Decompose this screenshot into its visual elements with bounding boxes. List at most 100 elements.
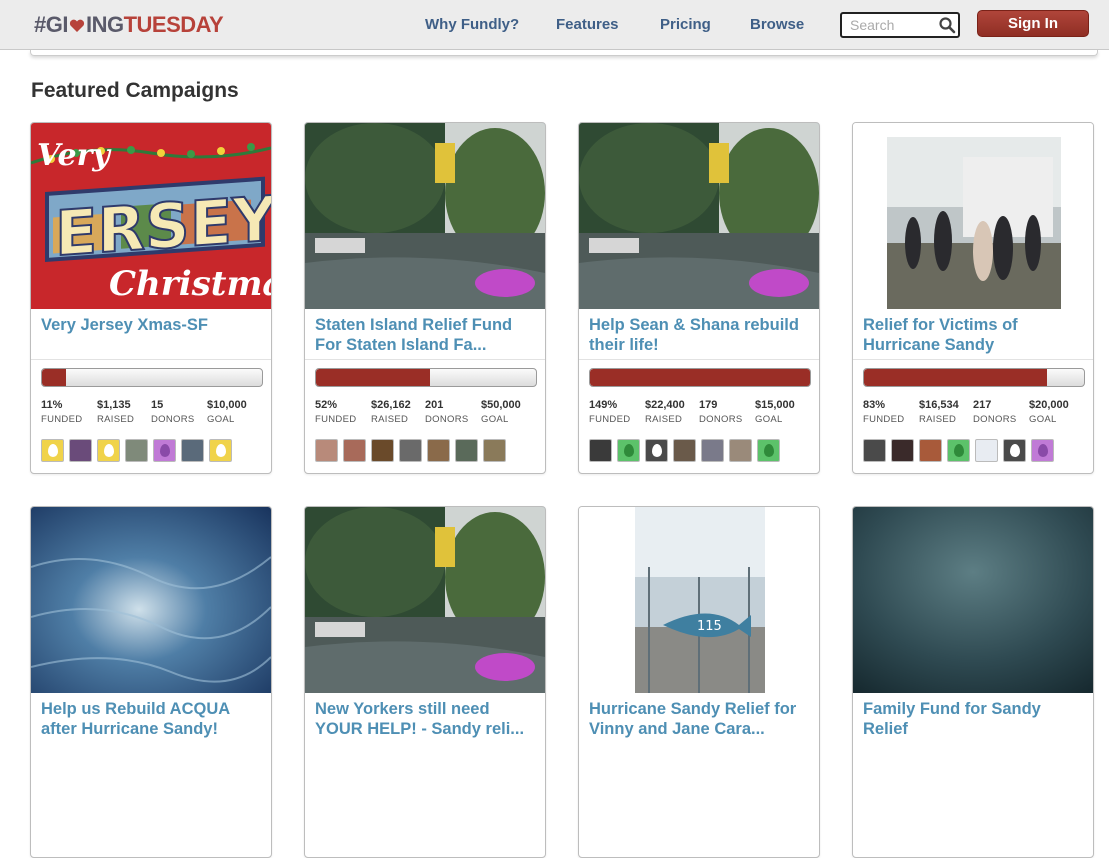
progress-bar [41,368,263,387]
raised-label: RAISED [97,414,135,425]
donor-avatar[interactable] [371,439,394,462]
campaign-image-flooded-yard[interactable] [305,123,545,309]
donor-avatar[interactable] [97,439,120,462]
donor-avatar[interactable] [69,439,92,462]
donor-avatar[interactable] [427,439,450,462]
search-icon[interactable] [938,16,956,34]
donor-avatar[interactable] [41,439,64,462]
donor-avatar[interactable] [757,439,780,462]
donor-avatar[interactable] [153,439,176,462]
goal-label: GOAL [481,414,509,425]
donor-avatar[interactable] [589,439,612,462]
campaign-card[interactable]: Relief for Victims of Hurricane Sandy 83%… [852,122,1094,474]
goal-label: GOAL [207,414,235,425]
svg-text:ERSEY: ERSEY [55,182,271,271]
nav-browse[interactable]: Browse [750,16,804,33]
goal-value: $50,000 [481,399,521,411]
search-input[interactable] [850,14,942,36]
campaign-title[interactable]: Hurricane Sandy Relief for Vinny and Jane… [589,699,815,739]
donor-avatar[interactable] [1031,439,1054,462]
donor-avatar[interactable] [343,439,366,462]
campaign-card[interactable]: 115 Hurricane Sandy Relief for Vinny and … [578,506,820,858]
donor-avatar[interactable] [729,439,752,462]
donors-value: 15 [151,399,164,411]
donors-value: 201 [425,399,444,411]
goal-value: $10,000 [207,399,247,411]
heart-icon [69,19,85,32]
campaign-card[interactable]: Help us Rebuild ACQUA after Hurricane San… [30,506,272,858]
donor-avatar[interactable] [617,439,640,462]
nav-pricing[interactable]: Pricing [660,16,711,33]
donor-avatar[interactable] [181,439,204,462]
progress-fill [42,369,67,386]
donors-label: DONORS [425,414,469,425]
campaign-title[interactable]: Very Jersey Xmas-SF [41,315,267,335]
funded-label: FUNDED [863,414,905,425]
progress-bar [589,368,811,387]
campaign-title[interactable]: Help Sean & Shana rebuild their life! [589,315,815,355]
divider [579,359,819,360]
raised-label: RAISED [919,414,957,425]
nav-features[interactable]: Features [556,16,619,33]
funded-label: FUNDED [41,414,83,425]
nav-why-fundly[interactable]: Why Fundly? [425,16,519,33]
donor-avatar[interactable] [399,439,422,462]
svg-text:Christmas: Christmas [109,264,271,304]
donors-value: 179 [699,399,718,411]
top-navigation-bar: #GI INGTUESDAY Why Fundly? Features Prici… [0,0,1109,50]
funded-value: 52% [315,399,338,411]
campaign-title[interactable]: Help us Rebuild ACQUA after Hurricane San… [41,699,267,739]
campaign-title[interactable]: Family Fund for Sandy Relief [863,699,1089,739]
campaign-image-relief-truck[interactable] [853,123,1093,309]
logo-give: GI [45,12,69,37]
donor-avatar[interactable] [863,439,886,462]
progress-fill [590,369,810,386]
campaign-image-ocean-waves[interactable] [31,507,271,693]
raised-label: RAISED [645,414,683,425]
funded-label: FUNDED [315,414,357,425]
funded-value: 149% [589,399,618,411]
donor-avatar[interactable] [483,439,506,462]
search-box [840,12,960,38]
campaign-image-fence-115[interactable]: 115 [579,507,819,693]
raised-value: $26,162 [371,399,411,411]
progress-fill [864,369,1047,386]
campaign-card[interactable]: Help Sean & Shana rebuild their life! 149… [578,122,820,474]
donor-avatar[interactable] [125,439,148,462]
goal-label: GOAL [1029,414,1057,425]
donors-label: DONORS [151,414,195,425]
donor-avatar[interactable] [701,439,724,462]
donor-avatar[interactable] [455,439,478,462]
campaign-card[interactable]: Family Fund for Sandy Relief [852,506,1094,858]
campaign-image-flooded-yard[interactable] [579,123,819,309]
donor-avatar[interactable] [947,439,970,462]
donor-avatar[interactable] [209,439,232,462]
donor-avatar[interactable] [673,439,696,462]
campaign-title[interactable]: New Yorkers still need YOUR HELP! - Sandy… [315,699,541,739]
sign-in-button[interactable]: Sign In [977,10,1089,37]
campaign-image-dark-teal[interactable] [853,507,1093,693]
progress-fill [316,369,431,386]
givingtuesday-logo[interactable]: #GI INGTUESDAY [34,12,224,38]
campaign-image-flooded-yard[interactable] [305,507,545,693]
funded-value: 11% [41,399,63,411]
donor-avatar[interactable] [891,439,914,462]
donor-avatar[interactable] [645,439,668,462]
campaign-card[interactable]: Staten Island Relief Fund For Staten Isla… [304,122,546,474]
campaign-image-jersey-postcard[interactable]: Very ERSEY Christmas [31,123,271,309]
donor-avatar[interactable] [919,439,942,462]
divider [853,359,1093,360]
campaign-title[interactable]: Staten Island Relief Fund For Staten Isla… [315,315,541,355]
donor-avatar[interactable] [315,439,338,462]
section-title: Featured Campaigns [31,79,239,102]
divider [31,359,271,360]
donor-avatar[interactable] [1003,439,1026,462]
progress-bar [863,368,1085,387]
donor-avatar[interactable] [975,439,998,462]
campaign-card[interactable]: New Yorkers still need YOUR HELP! - Sandy… [304,506,546,858]
goal-label: GOAL [755,414,783,425]
campaign-card[interactable]: Very ERSEY Christmas Very Jersey Xmas-SF… [30,122,272,474]
campaign-title[interactable]: Relief for Victims of Hurricane Sandy [863,315,1089,355]
raised-value: $16,534 [919,399,959,411]
funded-value: 83% [863,399,886,411]
